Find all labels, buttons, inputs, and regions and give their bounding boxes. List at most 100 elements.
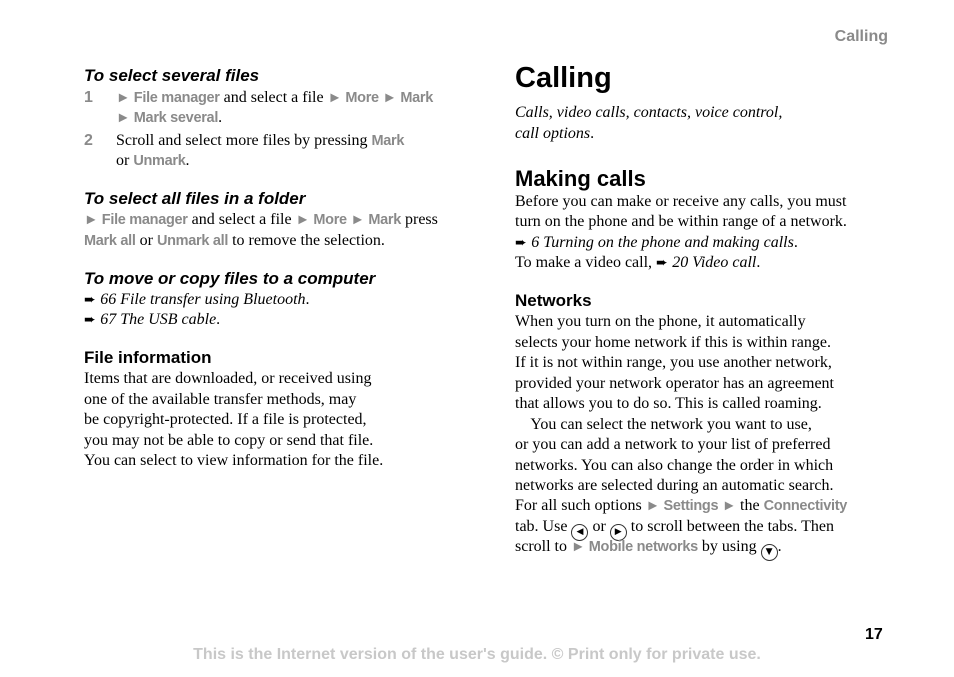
text: For all such options [515, 497, 646, 514]
text-line: Before you can make or receive any calls… [515, 192, 846, 212]
text-line: ► File manager and select a file ► More … [116, 88, 433, 108]
text: and select a file [187, 211, 296, 228]
text-line: Items that are downloaded, or received u… [84, 369, 371, 389]
text: to remove the selection. [228, 232, 385, 249]
text: . [590, 125, 595, 142]
text: . [216, 311, 221, 328]
text: the [736, 497, 764, 514]
text: or [135, 232, 157, 249]
cross-reference: Calls, video calls, contacts, voice cont… [515, 104, 783, 121]
text: be copyright-protected. If a file is pro… [84, 411, 367, 428]
text: You can select to view information for t… [84, 452, 384, 469]
text-line: networks are selected during an automati… [515, 476, 834, 496]
text: provided your network operator has an ag… [515, 375, 834, 392]
text: Before you can make or receive any calls… [515, 193, 847, 210]
cross-reference: call options [515, 125, 591, 142]
arrow-reference-icon: ➨ [515, 235, 532, 251]
text: You can select the network you want to u… [515, 416, 812, 433]
text-line: For all such options ► Settings ► the Co… [515, 496, 847, 516]
menu-path: ► Mark several [116, 110, 219, 126]
text-line: You can select to view information for t… [84, 451, 383, 471]
menu-path: ► File manager [116, 90, 220, 106]
running-header: Calling [834, 28, 888, 45]
text-line: selects your home network if this is wit… [515, 333, 831, 353]
text-line: one of the available transfer methods, m… [84, 390, 356, 410]
heading-select-all: To select all files in a folder [84, 189, 306, 208]
menu-path: ► Settings ► [645, 498, 737, 514]
cross-reference: 20 Video call [672, 254, 757, 271]
text: or you can add a network to your list of… [515, 436, 831, 453]
text-line: If it is not within range, you use anoth… [515, 353, 832, 373]
arrow-reference-icon: ➨ [84, 292, 101, 308]
text: and select a file [219, 89, 328, 106]
cross-reference: 6 Turning on the phone and making calls [531, 234, 794, 251]
text: tab. Use [515, 518, 572, 535]
navigation-key-icon: ▼ [760, 544, 778, 561]
heading-move-copy: To move or copy files to a computer [84, 269, 376, 288]
text: by using [697, 538, 761, 555]
text: you may not be able to copy or send that… [84, 432, 374, 449]
text-line: Calls, video calls, contacts, voice cont… [515, 103, 782, 123]
heading-making-calls: Making calls [515, 166, 646, 191]
cross-reference: 66 File transfer using Bluetooth [100, 291, 306, 308]
cross-reference: 67 The USB cable [100, 311, 217, 328]
text: networks. You can also change the order … [515, 457, 834, 474]
menu-path: ► More ► Mark [327, 90, 434, 106]
text: . [185, 152, 190, 169]
text: or [588, 518, 610, 535]
text-line: turn on the phone and be within range of… [515, 212, 847, 232]
text: When you turn on the phone, it automatic… [515, 313, 806, 330]
text-line: networks. You can also change the order … [515, 456, 833, 476]
text-line: To make a video call, ➨ 20 Video call. [515, 253, 760, 273]
text: If it is not within range, you use anoth… [515, 354, 832, 371]
text: scroll to [515, 538, 571, 555]
text-line: you may not be able to copy or send that… [84, 431, 373, 451]
text: . [793, 234, 798, 251]
menu-path: ► More ► Mark [295, 212, 402, 228]
text-line: or Unmark. [116, 151, 190, 171]
menu-path: Mark all [84, 233, 136, 249]
text-line: be copyright-protected. If a file is pro… [84, 410, 367, 430]
menu-path: ► File manager [84, 212, 188, 228]
text-line: ➨ 6 Turning on the phone and making call… [515, 233, 798, 253]
menu-path: Connectivity [763, 498, 848, 514]
text: To make a video call, [515, 254, 657, 271]
step-number: 2 [84, 132, 93, 149]
text: or [116, 152, 134, 169]
text-line: that allows you to do so. This is called… [515, 394, 822, 414]
text: networks are selected during an automati… [515, 477, 834, 494]
text: to scroll between the tabs. Then [626, 518, 834, 535]
footer-notice: This is the Internet version of the user… [193, 646, 761, 663]
text: . [756, 254, 761, 271]
text-line: ► Mark several. [116, 108, 222, 128]
text-line: or you can add a network to your list of… [515, 435, 830, 455]
text-line: Mark all or Unmark all to remove the sel… [84, 231, 385, 251]
page-number: 17 [865, 626, 883, 643]
text: one of the available transfer methods, m… [84, 391, 357, 408]
text-line: You can select the network you want to u… [515, 415, 812, 435]
menu-path: ► Mobile networks [571, 539, 698, 555]
text: . [218, 109, 223, 126]
text-line: When you turn on the phone, it automatic… [515, 312, 806, 332]
text-line: Scroll and select more files by pressing… [116, 131, 404, 151]
text-line: call options. [515, 124, 594, 144]
text: . [305, 291, 310, 308]
text: Items that are downloaded, or received u… [84, 370, 372, 387]
text-line: ➨ 66 File transfer using Bluetooth. [84, 290, 310, 310]
text: . [777, 538, 782, 555]
step-number: 1 [84, 89, 93, 106]
text: that allows you to do so. This is called… [515, 395, 822, 412]
menu-path: Unmark [133, 153, 186, 169]
text: Scroll and select more files by pressing [116, 132, 372, 149]
heading-file-info: File information [84, 348, 212, 367]
page-title: Calling [515, 62, 612, 94]
arrow-reference-icon: ➨ [656, 255, 673, 271]
heading-networks: Networks [515, 291, 592, 310]
text: selects your home network if this is wit… [515, 334, 831, 351]
text: turn on the phone and be within range of… [515, 213, 847, 230]
text-line: provided your network operator has an ag… [515, 374, 834, 394]
text-line: ► File manager and select a file ► More … [84, 210, 438, 230]
text-line: scroll to ► Mobile networks by using ▼. [515, 537, 782, 561]
text-line: ➨ 67 The USB cable. [84, 310, 220, 330]
menu-path: Mark [371, 133, 405, 149]
